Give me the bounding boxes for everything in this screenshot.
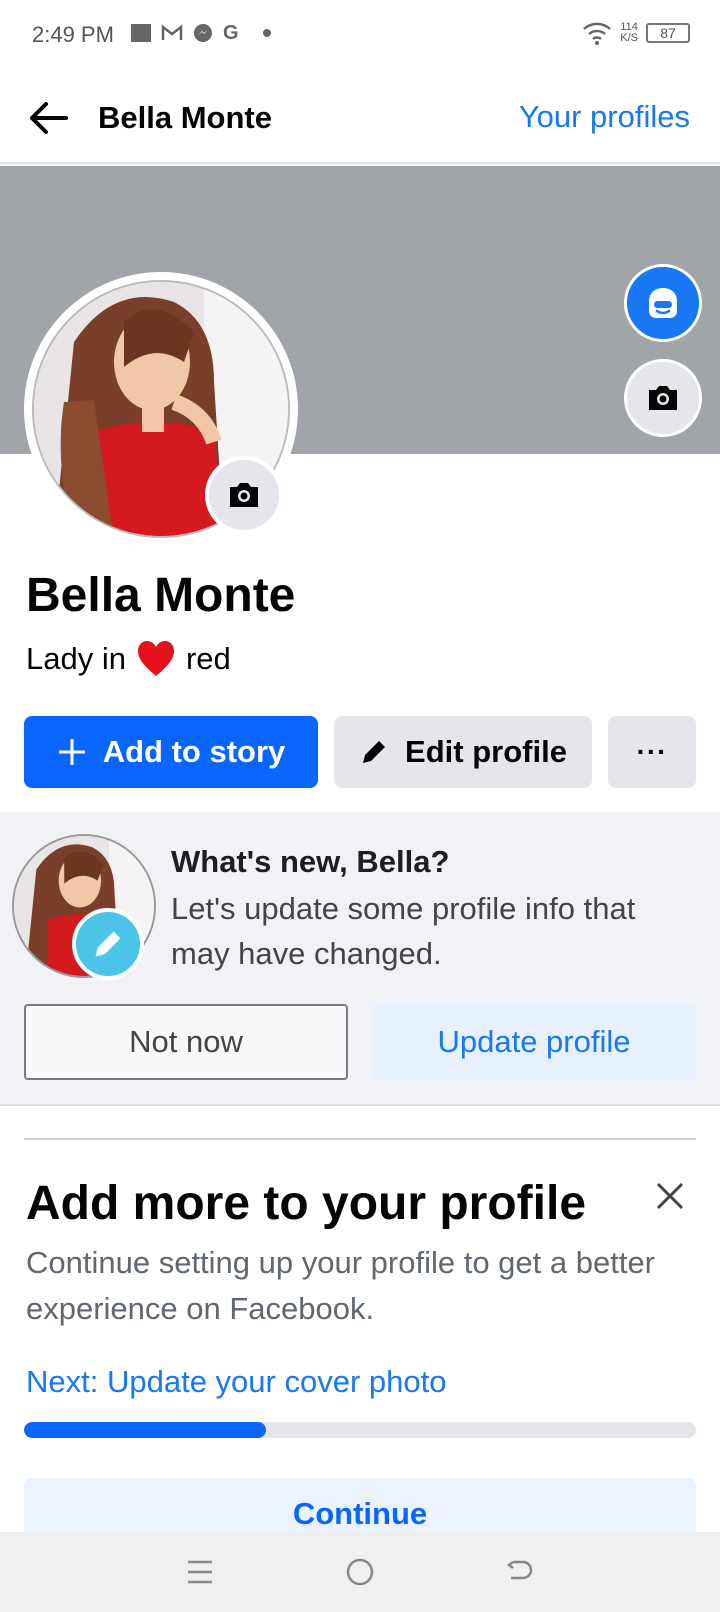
- bio-text-start: Lady in: [26, 641, 126, 676]
- heart-emoji: [137, 641, 174, 676]
- update-profile-label: Update profile: [437, 1024, 631, 1059]
- battery-level: 87: [660, 25, 676, 41]
- add-more-title: Add more to your profile: [26, 1177, 587, 1230]
- edit-profile-label: Edit profile: [405, 734, 567, 769]
- status-time: 2:49 PM: [32, 22, 114, 47]
- cover-camera-button[interactable]: [624, 359, 702, 437]
- dot-icon: [262, 29, 271, 37]
- avatar-face-icon: [649, 288, 677, 318]
- home-icon[interactable]: [345, 1557, 375, 1587]
- not-now-button[interactable]: Not now: [24, 1004, 348, 1080]
- not-now-label: Not now: [129, 1024, 243, 1059]
- close-icon: [656, 1182, 684, 1210]
- back-icon[interactable]: [505, 1558, 535, 1586]
- more-dots-icon: ···: [636, 736, 668, 767]
- progress-fill: [24, 1422, 266, 1438]
- notification-icons: G: [131, 22, 271, 44]
- wifi-icon: [583, 22, 612, 45]
- profile-name: Bella Monte: [26, 569, 296, 622]
- section-divider: [24, 1138, 696, 1140]
- edit-profile-button[interactable]: Edit profile: [334, 716, 592, 788]
- more-options-button[interactable]: ···: [608, 716, 696, 788]
- avatar-button[interactable]: [624, 264, 702, 342]
- camera-icon: [649, 386, 677, 410]
- gallery-icon: [131, 24, 151, 42]
- speed-unit: K/S: [620, 32, 638, 44]
- back-arrow-icon: [30, 102, 68, 134]
- gmail-icon: [161, 24, 183, 40]
- whats-new-body: Let's update some profile info that may …: [171, 891, 636, 971]
- pencil-icon: [363, 741, 386, 763]
- status-right: 114 K/S 87: [582, 20, 690, 46]
- page-title: Bella Monte: [98, 100, 272, 135]
- top-nav: Bella Monte Your profiles: [0, 72, 720, 164]
- messenger-icon: [194, 24, 212, 42]
- next-step-link[interactable]: Next: Update your cover photo: [26, 1364, 446, 1400]
- add-to-story-label: Add to story: [102, 734, 286, 769]
- profile-camera-button[interactable]: [205, 456, 283, 534]
- bio-text-end: red: [185, 641, 231, 676]
- battery-icon: 87: [646, 23, 690, 43]
- whats-new-title: What's new, Bella?: [171, 844, 450, 879]
- pencil-icon: [95, 931, 121, 957]
- system-nav-bar: [0, 1532, 720, 1612]
- back-button[interactable]: [24, 94, 72, 142]
- profile-bio: Lady in red: [26, 640, 231, 678]
- status-bar: 2:49 PM G 114 K/S 87: [0, 0, 720, 72]
- profile-progress-bar: [24, 1422, 696, 1438]
- add-more-body: Continue setting up your profile to get …: [26, 1245, 656, 1326]
- plus-icon: [58, 739, 85, 765]
- add-to-story-button[interactable]: Add to story: [24, 716, 318, 788]
- camera-icon: [230, 483, 258, 507]
- close-button[interactable]: [652, 1178, 688, 1214]
- update-profile-button[interactable]: Update profile: [372, 1004, 696, 1080]
- your-profiles-link[interactable]: Your profiles: [519, 99, 690, 135]
- google-icon: G: [223, 22, 239, 44]
- network-speed: 114 K/S: [620, 22, 638, 44]
- edit-badge: [72, 908, 144, 980]
- menu-icon[interactable]: [185, 1558, 215, 1586]
